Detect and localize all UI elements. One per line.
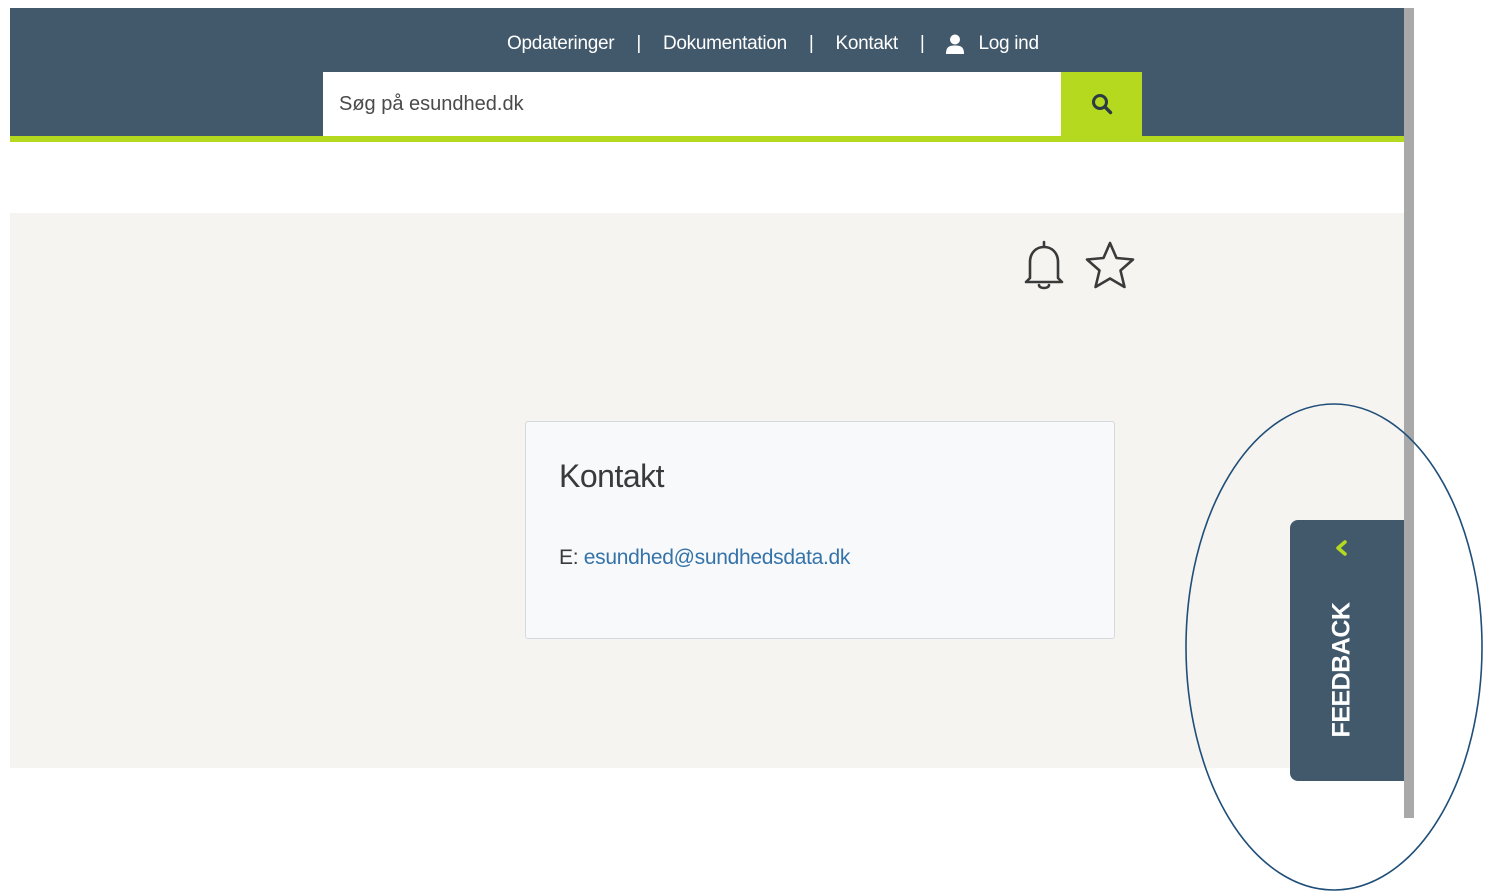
search-bar xyxy=(323,72,1142,136)
top-nav: Opdateringer | Dokumentation | Kontakt |… xyxy=(507,30,1039,58)
email-link[interactable]: esundhed@sundhedsdata.dk xyxy=(584,546,851,569)
email-prefix: E: xyxy=(559,546,579,569)
search-button[interactable] xyxy=(1061,72,1142,136)
login-label: Log ind xyxy=(978,33,1039,54)
nav-link-opdateringer[interactable]: Opdateringer xyxy=(507,33,615,55)
login-link[interactable]: Log ind xyxy=(946,33,1039,55)
star-icon[interactable] xyxy=(1082,238,1138,299)
scrollbar[interactable] xyxy=(1404,8,1414,818)
nav-link-kontakt[interactable]: Kontakt xyxy=(836,33,899,55)
feedback-label: FEEDBACK xyxy=(1327,602,1356,738)
chevron-left-icon xyxy=(1336,540,1347,556)
nav-link-dokumentation[interactable]: Dokumentation xyxy=(663,33,787,55)
nav-separator: | xyxy=(636,33,641,54)
user-icon xyxy=(946,34,965,54)
nav-separator: | xyxy=(919,33,925,54)
search-input[interactable] xyxy=(323,72,1061,136)
feedback-tab[interactable]: FEEDBACK xyxy=(1290,520,1404,781)
bell-icon[interactable] xyxy=(1020,238,1068,299)
page-actions xyxy=(1020,238,1138,299)
contact-title: Kontakt xyxy=(559,458,665,494)
header-accent-bar xyxy=(10,136,1404,142)
contact-email-line: E: esundhed@sundhedsdata.dk xyxy=(559,546,850,570)
search-icon xyxy=(1091,94,1112,115)
nav-separator: | xyxy=(808,33,814,54)
contact-card: Kontakt E: esundhed@sundhedsdata.dk xyxy=(525,421,1115,639)
